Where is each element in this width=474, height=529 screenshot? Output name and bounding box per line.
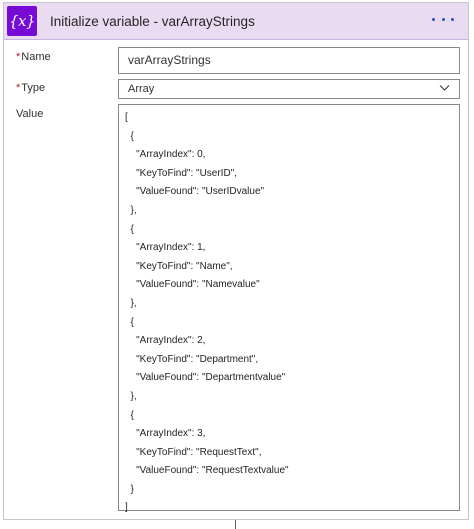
name-label-text: Name (21, 51, 51, 63)
ellipsis-dot (432, 17, 435, 21)
code-line: { (125, 130, 134, 142)
value-textarea[interactable]: [ { "ArrayIndex": 0, "KeyToFind": "UserI… (118, 104, 460, 513)
chevron-down-icon[interactable] (439, 82, 450, 93)
code-line: "ValueFound": "RequestTextvalue" (125, 465, 289, 477)
code-line: "ArrayIndex": 3, (125, 428, 206, 440)
code-line: "KeyToFind": "UserID", (125, 167, 238, 179)
type-label-text: Type (21, 82, 46, 94)
initialize-variable-action-card: {x} Initialize variable - varArrayString… (3, 2, 469, 520)
type-dropdown[interactable]: Array (118, 79, 460, 99)
code-line: "ArrayIndex": 1, (125, 242, 206, 254)
value-label: Value (16, 108, 44, 120)
ellipsis-icon[interactable] (432, 11, 454, 27)
code-line: "ValueFound": "UserIDvalue" (125, 186, 265, 198)
code-line: }, (125, 204, 137, 216)
code-line: ] (125, 502, 128, 514)
code-line: { (125, 409, 134, 421)
code-line: "KeyToFind": "RequestText", (125, 446, 262, 458)
code-line: "ArrayIndex": 2, (125, 335, 206, 347)
required-mark: * (16, 82, 21, 94)
code-line: { (125, 223, 134, 235)
ellipsis-dot (451, 17, 454, 21)
name-input[interactable]: varArrayStrings (118, 47, 460, 74)
code-line: { (125, 316, 134, 328)
code-line: } (125, 483, 134, 495)
code-line: }, (125, 297, 137, 309)
type-selected-value: Array (128, 83, 155, 95)
type-label: *Type (16, 82, 45, 94)
flow-connector-line (235, 520, 236, 529)
code-line: "ArrayIndex": 0, (125, 149, 206, 161)
action-title[interactable]: Initialize variable - varArrayStrings (50, 14, 255, 29)
required-mark: * (16, 51, 21, 63)
action-header[interactable]: {x} Initialize variable - varArrayString… (4, 3, 468, 40)
code-line: "KeyToFind": "Department", (125, 353, 259, 365)
code-line: "ValueFound": "Namevalue" (125, 279, 260, 291)
code-line: }, (125, 390, 137, 402)
ellipsis-dot (441, 17, 445, 21)
name-label: *Name (16, 51, 51, 63)
code-line: "ValueFound": "Departmentvalue" (125, 372, 286, 384)
variable-icon: {x} (7, 6, 37, 36)
code-line: [ (125, 112, 128, 123)
code-line: "KeyToFind": "Name", (125, 260, 233, 272)
